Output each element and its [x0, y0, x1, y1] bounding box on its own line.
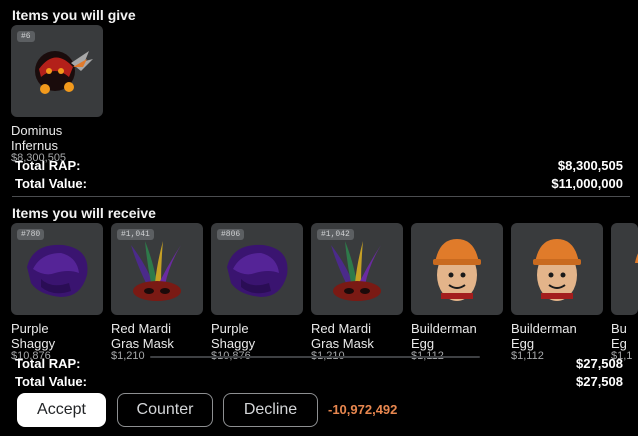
serial-badge: #1,042	[317, 229, 354, 240]
builderman-egg-icon	[433, 239, 481, 301]
total-rap-value: $8,300,505	[557, 157, 623, 173]
item-name: Purple Shaggy	[211, 321, 256, 351]
receive-item-card[interactable]: Builderman Egg $1,112	[411, 223, 505, 362]
receive-item-card-partial[interactable]: Bu Eg $1,1	[611, 223, 638, 362]
total-value-label: Total Value:	[15, 373, 87, 389]
item-name: Red Mardi Gras Mask	[311, 321, 374, 351]
receive-item-card[interactable]: #780 Purple Shaggy $10,876	[11, 223, 105, 362]
item-name: Red Mardi Gras Mask	[111, 321, 174, 351]
item-thumbnail: #806	[211, 223, 303, 315]
item-thumbnail	[611, 223, 638, 315]
item-thumbnail: #1,041	[111, 223, 203, 315]
accept-button[interactable]: Accept	[17, 393, 106, 427]
receive-section-title: Items you will receive	[12, 205, 156, 221]
serial-badge: #1,041	[117, 229, 154, 240]
give-total-rap-row: Total RAP: $8,300,505	[15, 157, 623, 173]
counter-button[interactable]: Counter	[117, 393, 213, 427]
receive-total-rap-row: Total RAP: $27,508	[15, 355, 623, 371]
serial-badge: #780	[17, 229, 45, 240]
give-section-title: Items you will give	[12, 7, 136, 23]
receive-item-card[interactable]: #1,042 Red Mardi Gras Mask $1,210	[311, 223, 405, 362]
section-divider	[12, 196, 630, 197]
total-value-label: Total Value:	[15, 175, 87, 191]
receive-item-card[interactable]: #1,041 Red Mardi Gras Mask $1,210	[111, 223, 205, 362]
builderman-egg-icon	[635, 253, 638, 263]
give-item-card[interactable]: #6 Dominus Infernus $8,300,505	[11, 25, 105, 164]
total-rap-value: $27,508	[576, 355, 623, 371]
item-thumbnail: #780	[11, 223, 103, 315]
value-difference: -10,972,492	[328, 402, 398, 417]
total-rap-label: Total RAP:	[15, 355, 81, 371]
item-thumbnail	[411, 223, 503, 315]
receive-item-card[interactable]: #806 Purple Shaggy $10,876	[211, 223, 305, 362]
item-name: Dominus Infernus	[11, 123, 63, 153]
item-thumbnail: #6	[11, 25, 103, 117]
give-total-value-row: Total Value: $11,000,000	[15, 175, 623, 191]
builderman-egg-icon	[533, 239, 581, 301]
total-value-amount: $11,000,000	[551, 175, 623, 191]
item-name: Builderman Egg	[411, 321, 477, 351]
total-rap-label: Total RAP:	[15, 157, 81, 173]
receive-item-card[interactable]: Builderman Egg $1,112	[511, 223, 605, 362]
item-thumbnail	[511, 223, 603, 315]
item-name: Builderman Egg	[511, 321, 577, 351]
serial-badge: #806	[217, 229, 245, 240]
serial-badge: #6	[17, 31, 35, 42]
receive-total-value-row: Total Value: $27,508	[15, 373, 623, 389]
total-value-amount: $27,508	[576, 373, 623, 389]
decline-button[interactable]: Decline	[223, 393, 318, 427]
item-name: Bu Eg	[611, 321, 627, 351]
item-name: Purple Shaggy	[11, 321, 56, 351]
item-thumbnail: #1,042	[311, 223, 403, 315]
